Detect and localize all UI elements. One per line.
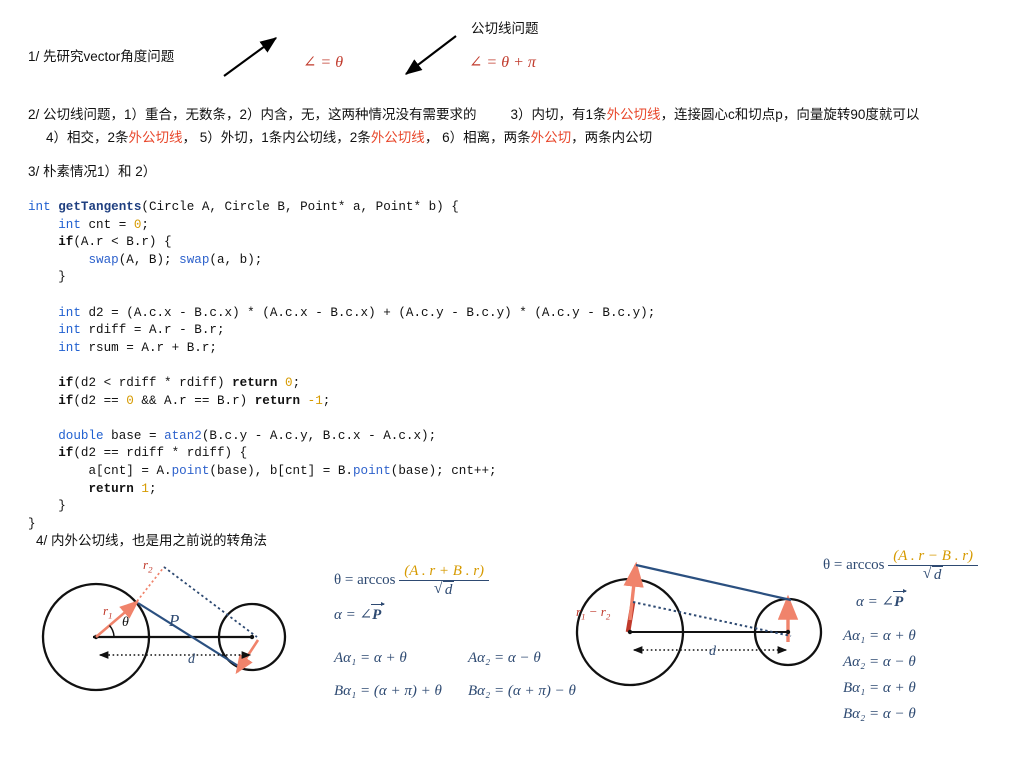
left-formula-row1-left: Aα₁ = α + θ — [334, 650, 407, 666]
right-formula-row-1: Aα₂ = α − θ — [843, 654, 916, 670]
left-label-theta: θ — [122, 615, 129, 630]
right-formula-row-0: Aα₁ = α + θ — [843, 628, 916, 644]
left-theta-numerator: (A . r + B . r) — [399, 563, 490, 581]
right-label-d: d — [709, 644, 716, 659]
section2-line2-red3: 外公切 — [530, 130, 572, 145]
right-theta-lhs: θ = arccos — [823, 557, 885, 574]
code-block: int getTangents(Circle A, Circle B, Poin… — [28, 200, 656, 531]
left-formula-row1-right: Aα₂ = α − θ — [468, 650, 541, 666]
left-formula-alpha: α = ∠P — [334, 602, 386, 624]
left-tangent-diagram — [41, 566, 287, 692]
section2-line2-seg3: ， 6）相离，两条 — [424, 130, 531, 145]
tangent-line — [635, 563, 792, 602]
right-theta-fraction: (A . r − B . r) d — [888, 548, 979, 584]
right-theta-denominator: d — [888, 565, 978, 584]
page-title: 公切线问题 — [471, 21, 539, 36]
left-theta-denominator: d — [399, 580, 489, 599]
left-formula-row2-left: Bα₁ = (α + π) + θ — [334, 683, 442, 699]
section1-heading: 1/ 先研究vector角度问题 — [28, 49, 175, 64]
left-alpha-vector: P — [371, 602, 386, 623]
left-label-d: d — [188, 652, 195, 667]
section2-line2-red1: 外公切线 — [128, 130, 183, 145]
arrow-up-right-icon — [223, 37, 278, 77]
section2-line1-b-red: 外公切线 — [606, 107, 661, 122]
section2-line1: 2/ 公切线问题，1）重合，无数条，2）内含，无，这两种情况没有需要求的 3）内切… — [28, 105, 919, 125]
section2-line1-b-pre: 3）内切，有1条 — [510, 107, 607, 122]
section2-line2: 4）相交，2条外公切线， 5）外切，1条内公切线，2条外公切线， 6）相离，两条… — [46, 128, 652, 148]
theta-arc — [108, 625, 115, 638]
right-alpha-lhs: α = ∠ — [856, 594, 895, 610]
right-formula-row-3: Bα₂ = α − θ — [843, 706, 916, 722]
section2-line1-a: 2/ 公切线问题，1）重合，无数条，2）内含，无，这两种情况没有需要求的 — [28, 107, 477, 122]
section2-line1-b-post: ，连接圆心c和切点p，向量旋转90度就可以 — [660, 107, 920, 122]
right-theta-numerator: (A . r − B . r) — [888, 548, 979, 566]
left-theta-fraction: (A . r + B . r) d — [399, 563, 490, 599]
right-formula-row-2: Bα₁ = α + θ — [843, 680, 916, 696]
right-formula-alpha: α = ∠P — [856, 589, 908, 611]
left-label-P: P — [169, 611, 180, 630]
left-label-r1: r1 — [103, 603, 113, 621]
section2-line2-seg1: 4）相交，2条 — [46, 130, 129, 145]
arrow-down-label: ∠ = θ + π — [469, 54, 536, 71]
section2-line2-red2: 外公切线 — [370, 130, 425, 145]
arrow-up-label: ∠ = θ — [303, 54, 344, 71]
right-formula-theta: θ = arccos (A . r − B . r) d — [823, 548, 979, 584]
arrow-down-left-icon — [404, 35, 457, 75]
section3-heading: 3/ 朴素情况1）和 2） — [28, 164, 157, 179]
section2-line2-seg4: ，两条内公切 — [571, 130, 653, 145]
right-tangent-diagram — [575, 561, 823, 687]
left-formula-theta: θ = arccos (A . r + B . r) d — [334, 563, 490, 599]
right-label-rdiff: r1 − r2 — [576, 604, 611, 622]
left-alpha-lhs: α = ∠ — [334, 607, 373, 623]
right-alpha-vector: P — [893, 589, 908, 610]
left-theta-lhs: θ = arccos — [334, 572, 396, 589]
r2-arrow-small — [235, 639, 260, 675]
left-label-r2: r2 — [143, 557, 153, 575]
section2-line2-seg2: ， 5）外切，1条内公切线，2条 — [182, 130, 371, 145]
